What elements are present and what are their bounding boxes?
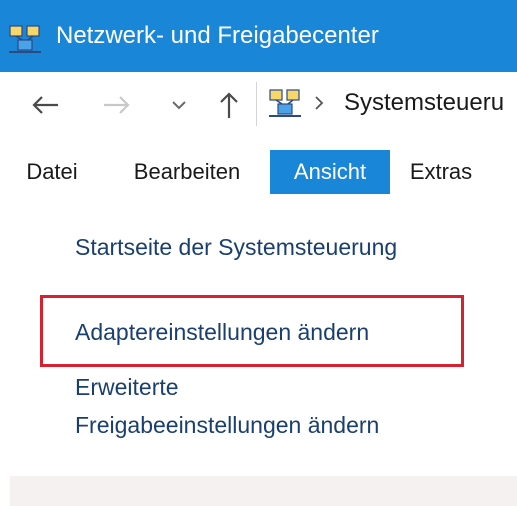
link-change-adapter-settings[interactable]: Adaptereinstellungen ändern — [75, 315, 369, 349]
network-icon — [268, 88, 302, 118]
address-bar-border — [256, 82, 257, 126]
back-button[interactable] — [26, 86, 64, 124]
menu-bar: Datei Bearbeiten Ansicht Extras — [0, 150, 517, 194]
menu-item-bearbeiten[interactable]: Bearbeiten — [112, 150, 262, 194]
menu-item-datei[interactable]: Datei — [12, 150, 92, 194]
window-title: Netzwerk- und Freigabecenter — [56, 22, 379, 49]
arrow-left-icon — [32, 96, 58, 114]
link-advanced-sharing-line1[interactable]: Erweiterte — [75, 370, 179, 404]
menu-item-ansicht[interactable]: Ansicht — [270, 150, 390, 194]
up-button[interactable] — [210, 86, 248, 124]
network-icon — [8, 24, 42, 54]
chevron-right-icon[interactable] — [312, 93, 326, 113]
arrow-up-icon — [220, 92, 238, 118]
link-control-panel-home[interactable]: Startseite der Systemsteuerung — [75, 230, 397, 264]
link-advanced-sharing-line2[interactable]: Freigabeeinstellungen ändern — [75, 408, 379, 442]
recent-locations-button[interactable] — [160, 86, 198, 124]
chevron-down-icon — [172, 101, 186, 110]
title-bar: Netzwerk- und Freigabecenter — [0, 0, 517, 72]
address-breadcrumb[interactable]: Systemsteueru — [344, 88, 517, 118]
bottom-panel — [10, 476, 517, 506]
forward-button[interactable] — [98, 86, 136, 124]
menu-item-extras[interactable]: Extras — [396, 150, 486, 194]
arrow-right-icon — [104, 96, 130, 114]
